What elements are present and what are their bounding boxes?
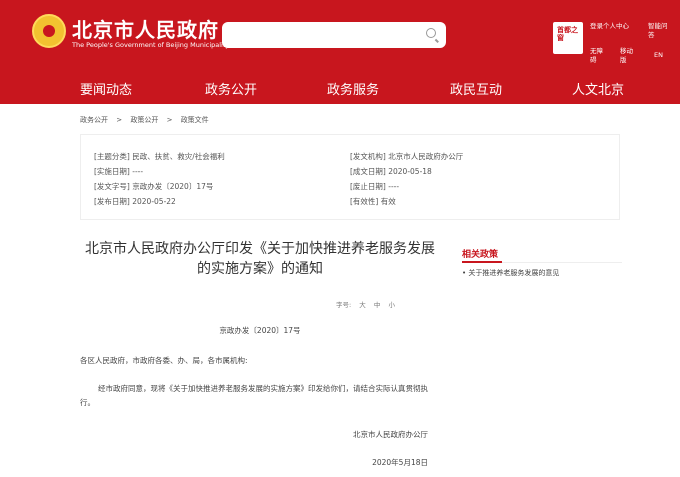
- search-input[interactable]: [222, 22, 446, 48]
- breadcrumb-link[interactable]: 政策文件: [181, 116, 209, 124]
- meta-validity: [有效性] 有效: [350, 197, 396, 206]
- meta-issuer: [发文机构] 北京市人民政府办公厅: [350, 152, 464, 161]
- document-number: 京政办发〔2020〕17号: [219, 326, 301, 335]
- meta-repeal-date: [废止日期] ----: [350, 182, 400, 191]
- capital-window-logo[interactable]: 首都之窗: [553, 22, 583, 54]
- article-title: 北京市人民政府办公厅印发《关于加快推进养老服务发展的实施方案》的通知: [85, 241, 435, 277]
- national-emblem-icon: [32, 14, 66, 48]
- related-policies-title: 相关政策: [462, 250, 499, 260]
- addressee: 各区人民政府，市政府各委、办、局，各市属机构:: [80, 356, 248, 365]
- nav-item-culture[interactable]: 人文北京: [572, 79, 624, 98]
- breadcrumb-link[interactable]: 政务公开: [80, 116, 108, 124]
- font-size-large[interactable]: 大: [359, 301, 366, 309]
- capital-window-logo-text: 首都之窗: [557, 26, 578, 42]
- nav-item-interaction[interactable]: 政民互动: [450, 79, 502, 98]
- main-nav: 要闻动态 政务公开 政务服务 政民互动 人文北京: [0, 70, 680, 104]
- page: 北京市人民政府 The People's Government of Beiji…: [0, 0, 680, 477]
- smart-qa-link[interactable]: 智能问答: [648, 22, 670, 40]
- site-subtitle: The People's Government of Beijing Munic…: [72, 41, 230, 49]
- meta-subject: [主题分类] 民政、扶贫、救灾/社会福利: [94, 152, 225, 161]
- divider: [462, 261, 622, 263]
- font-size-label: 字号:: [336, 301, 352, 309]
- site-header: 北京市人民政府 The People's Government of Beiji…: [0, 0, 680, 70]
- font-size-medium[interactable]: 中: [374, 301, 381, 309]
- meta-publish-date: [发布日期] 2020-05-22: [94, 197, 176, 206]
- breadcrumb-separator: >: [166, 116, 173, 124]
- search-icon[interactable]: [426, 28, 436, 38]
- font-size-switcher: 字号: 大 中 小: [336, 299, 395, 309]
- signature-organization: 北京市人民政府办公厅: [353, 430, 428, 439]
- language-switch[interactable]: EN: [654, 51, 663, 60]
- nav-item-gov-affairs[interactable]: 政务公开: [205, 79, 257, 98]
- nav-item-gov-services[interactable]: 政务服务: [327, 79, 379, 98]
- signature-date: 2020年5月18日: [372, 458, 428, 467]
- mobile-link[interactable]: 移动版: [620, 47, 636, 65]
- meta-effective-date: [实施日期] ----: [94, 167, 144, 176]
- site-title[interactable]: 北京市人民政府: [72, 14, 219, 43]
- login-link[interactable]: 登录个人中心: [590, 22, 629, 31]
- article-body: 经市政府同意，现将《关于加快推进养老服务发展的实施方案》印发给你们，请结合实际认…: [80, 384, 428, 407]
- meta-written-date: [成文日期] 2020-05-18: [350, 167, 432, 176]
- font-size-small[interactable]: 小: [388, 301, 395, 309]
- breadcrumb-link[interactable]: 政策公开: [130, 116, 158, 124]
- nav-item-news[interactable]: 要闻动态: [80, 79, 132, 98]
- breadcrumb-separator: >: [116, 116, 123, 124]
- breadcrumb: 政务公开 > 政策公开 > 政策文件: [80, 115, 215, 125]
- accessibility-link[interactable]: 无障碍: [590, 47, 606, 65]
- document-metadata: [80, 134, 620, 220]
- meta-doc-number: [发文字号] 京政办发〔2020〕17号: [94, 182, 214, 191]
- related-policy-link[interactable]: • 关于推进养老服务发展的意见: [462, 268, 559, 278]
